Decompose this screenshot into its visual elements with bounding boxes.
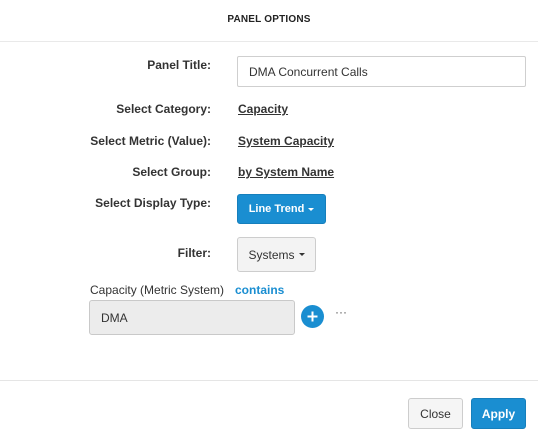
panel-title-input[interactable] <box>237 56 526 87</box>
panel-title-label: Panel Title: <box>147 58 211 72</box>
caret-down-icon <box>308 207 315 211</box>
filter-operator-link[interactable]: contains <box>235 283 284 297</box>
filter-field-label: Capacity (Metric System) <box>90 283 225 297</box>
add-filter-button[interactable] <box>301 305 324 328</box>
modal-footer: Close Apply <box>0 380 538 441</box>
modal-title: PANEL OPTIONS <box>227 14 311 25</box>
caret-down-icon <box>298 253 305 256</box>
filter-dropdown-value: Systems <box>248 247 295 262</box>
modal-header: PANEL OPTIONS <box>0 0 538 42</box>
display-type-dropdown[interactable]: Line Trend <box>237 194 326 224</box>
filter-value-field[interactable]: DMA <box>89 300 295 335</box>
ellipsis-icon[interactable]: ··· <box>335 306 347 318</box>
category-label: Select Category: <box>116 102 211 116</box>
apply-button-label: Apply <box>481 406 516 421</box>
apply-button[interactable]: Apply <box>471 398 526 429</box>
metric-label: Select Metric (Value): <box>90 134 211 148</box>
close-button[interactable]: Close <box>408 398 463 429</box>
display-type-value: Line Trend <box>248 203 305 215</box>
group-link[interactable]: by System Name <box>238 165 334 179</box>
filter-label: Filter: <box>177 246 211 260</box>
filter-systems-dropdown[interactable]: Systems <box>237 237 316 272</box>
category-link[interactable]: Capacity <box>238 102 288 116</box>
panel-options-modal: PANEL OPTIONS Panel Title: Select Catego… <box>0 0 538 441</box>
filter-value-text: DMA <box>101 310 128 325</box>
close-button-label: Close <box>420 406 451 421</box>
plus-circle-icon <box>307 311 318 322</box>
group-label: Select Group: <box>132 165 211 179</box>
metric-link[interactable]: System Capacity <box>238 134 334 148</box>
display-type-label: Select Display Type: <box>95 196 211 210</box>
